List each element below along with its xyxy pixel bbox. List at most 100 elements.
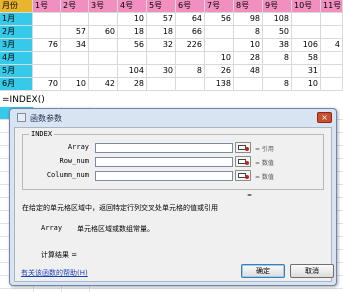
table-cell[interactable]: 10 (205, 52, 234, 65)
table-cell[interactable] (61, 13, 89, 26)
table-cell[interactable] (234, 78, 263, 91)
table-cell[interactable]: 28 (234, 52, 263, 65)
table-cell[interactable] (205, 39, 234, 52)
header-cell[interactable]: 2号 (61, 0, 89, 13)
table-cell[interactable]: 42 (89, 78, 118, 91)
table-cell[interactable]: 8 (263, 52, 292, 65)
table-cell[interactable]: 34 (61, 39, 89, 52)
table-cell[interactable]: 57 (147, 13, 176, 26)
table-cell[interactable] (176, 78, 205, 91)
month-cell[interactable]: 2月 (0, 26, 33, 39)
header-cell-month[interactable]: 月份 (0, 0, 33, 13)
header-cell[interactable]: 8号 (234, 0, 263, 13)
calculation-result: 计算结果 = (41, 251, 78, 259)
month-cell[interactable]: 1月 (0, 13, 33, 26)
table-cell[interactable] (321, 13, 343, 26)
function-arguments-dialog: 函数参数 × INDEX Array = 引用 Row_num = 数值 Col… (9, 108, 337, 286)
table-cell[interactable]: 30 (147, 65, 176, 78)
table-cell[interactable] (33, 13, 61, 26)
table-cell[interactable]: 104 (118, 65, 147, 78)
header-cell[interactable]: 4号 (118, 0, 147, 13)
formula-text[interactable]: =INDEX() (2, 94, 45, 106)
table-cell[interactable] (263, 65, 292, 78)
table-cell[interactable] (33, 52, 61, 65)
column-num-input[interactable] (95, 171, 233, 181)
table-cell[interactable]: 108 (263, 13, 292, 26)
table-cell[interactable]: 32 (147, 39, 176, 52)
table-cell[interactable] (61, 52, 89, 65)
table-cell[interactable] (292, 26, 321, 39)
table-cell[interactable] (176, 52, 205, 65)
table-cell[interactable]: 57 (61, 26, 89, 39)
column-num-label: Column_num (46, 171, 89, 179)
table-cell[interactable]: 60 (89, 26, 118, 39)
table-cell[interactable] (33, 26, 61, 39)
month-cell[interactable]: 6月 (0, 78, 33, 91)
table-cell[interactable] (321, 52, 343, 65)
table-cell[interactable] (321, 65, 343, 78)
row-num-range-picker-button[interactable] (235, 156, 251, 167)
table-cell[interactable] (321, 78, 343, 91)
header-cell[interactable]: 3号 (89, 0, 118, 13)
table-cell[interactable]: 66 (176, 26, 205, 39)
table-cell[interactable] (33, 65, 61, 78)
table-cell[interactable]: 76 (33, 39, 61, 52)
header-cell[interactable]: 7号 (205, 0, 234, 13)
table-cell[interactable]: 4 (321, 39, 343, 52)
formula-result-eq: = (247, 192, 253, 199)
table-cell[interactable]: 8 (176, 65, 205, 78)
table-cell[interactable] (321, 26, 343, 39)
table-cell[interactable]: 138 (205, 78, 234, 91)
header-cell[interactable]: 5号 (147, 0, 176, 13)
ok-button[interactable]: 确定 (241, 264, 285, 278)
table-cell[interactable]: 70 (33, 78, 61, 91)
array-result: = 引用 (255, 146, 274, 153)
table-cell[interactable]: 10 (118, 13, 147, 26)
header-cell[interactable]: 6号 (176, 0, 205, 13)
table-cell[interactable]: 106 (292, 39, 321, 52)
table-cell[interactable] (89, 52, 118, 65)
table-cell[interactable]: 226 (176, 39, 205, 52)
table-cell[interactable]: 26 (205, 65, 234, 78)
header-cell[interactable]: 10号 (292, 0, 321, 13)
table-cell[interactable]: 48 (234, 65, 263, 78)
help-link[interactable]: 有关该函数的帮助(H) (21, 268, 88, 278)
table-cell[interactable]: 58 (292, 52, 321, 65)
header-cell[interactable]: 1号 (33, 0, 61, 13)
table-cell[interactable]: 50 (263, 26, 292, 39)
header-cell[interactable]: 11号 (321, 0, 343, 13)
table-cell[interactable]: 31 (292, 65, 321, 78)
table-cell[interactable] (118, 52, 147, 65)
table-cell[interactable]: 10 (292, 78, 321, 91)
table-cell[interactable]: 56 (205, 13, 234, 26)
table-cell[interactable]: 38 (263, 39, 292, 52)
row-num-input[interactable] (95, 157, 233, 167)
month-cell[interactable]: 5月 (0, 65, 33, 78)
array-range-picker-button[interactable] (235, 142, 251, 153)
table-cell[interactable]: 10 (234, 39, 263, 52)
table-cell[interactable] (61, 65, 89, 78)
table-cell[interactable]: 28 (118, 78, 147, 91)
table-cell[interactable]: 98 (234, 13, 263, 26)
table-cell[interactable] (89, 65, 118, 78)
array-input[interactable] (95, 143, 233, 153)
table-cell[interactable] (205, 26, 234, 39)
table-cell[interactable] (89, 13, 118, 26)
table-cell[interactable] (292, 13, 321, 26)
table-cell[interactable]: 56 (118, 39, 147, 52)
column-num-range-picker-button[interactable] (235, 170, 251, 181)
cancel-button[interactable]: 取消 (290, 264, 334, 278)
close-button[interactable]: × (317, 112, 332, 123)
table-cell[interactable]: 8 (263, 78, 292, 91)
table-cell[interactable]: 10 (61, 78, 89, 91)
table-cell[interactable]: 64 (176, 13, 205, 26)
table-cell[interactable] (147, 52, 176, 65)
table-cell[interactable] (147, 78, 176, 91)
table-cell[interactable]: 18 (118, 26, 147, 39)
header-cell[interactable]: 9号 (263, 0, 292, 13)
table-cell[interactable] (89, 39, 118, 52)
table-cell[interactable]: 18 (147, 26, 176, 39)
month-cell[interactable]: 3月 (0, 39, 33, 52)
month-cell[interactable]: 4月 (0, 52, 33, 65)
table-cell[interactable]: 8 (234, 26, 263, 39)
